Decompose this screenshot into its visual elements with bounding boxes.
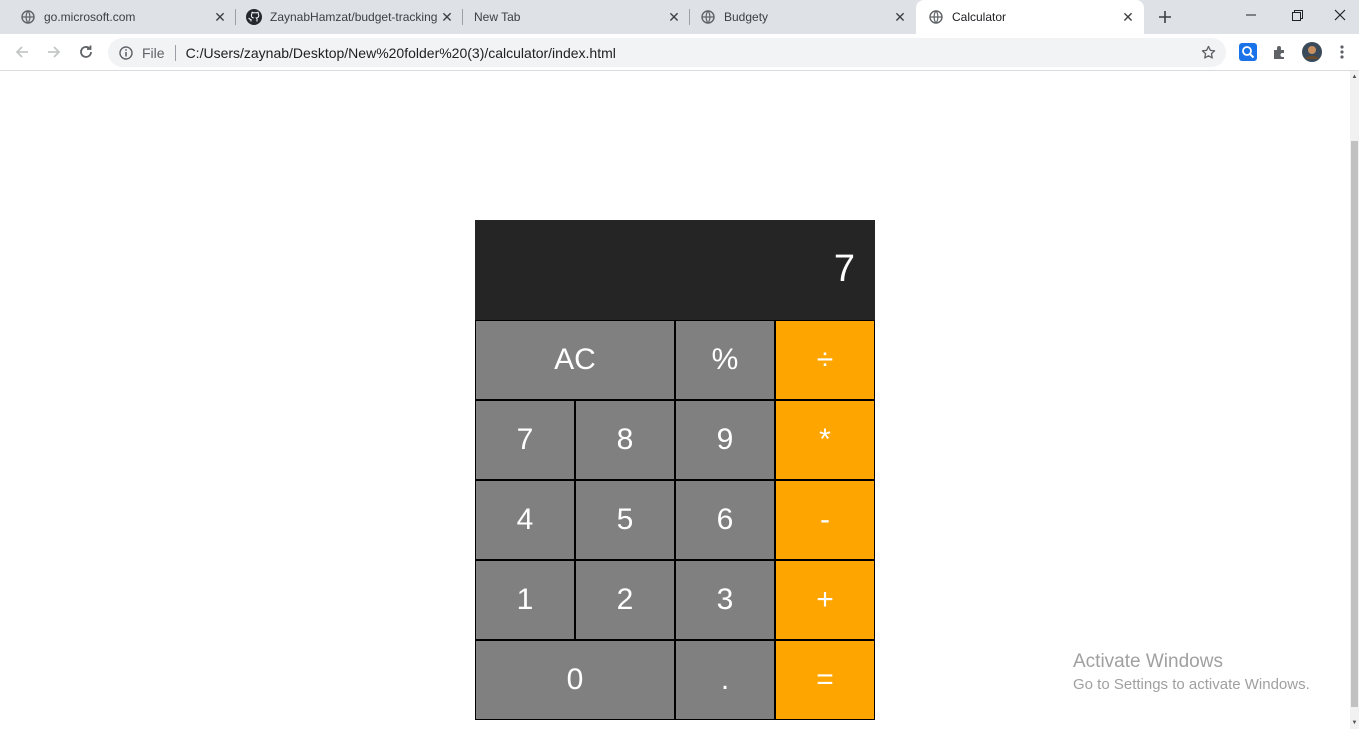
- url-text[interactable]: C:/Users/zaynab/Desktop/New%20folder%20(…: [186, 45, 616, 61]
- close-icon[interactable]: ✕: [212, 9, 228, 25]
- tab-title: go.microsoft.com: [44, 10, 136, 24]
- clear-button[interactable]: AC: [475, 320, 675, 400]
- watermark-title: Activate Windows: [1073, 651, 1223, 672]
- digit-9-button[interactable]: 9: [675, 400, 775, 480]
- digit-3-button[interactable]: 3: [675, 560, 775, 640]
- scroll-up-arrow-icon[interactable]: ▲: [1351, 73, 1358, 81]
- window-close-button[interactable]: [1320, 0, 1359, 30]
- reload-button[interactable]: [74, 40, 98, 64]
- restore-icon: [1291, 9, 1303, 21]
- digit-6-button[interactable]: 6: [675, 480, 775, 560]
- back-button[interactable]: [10, 40, 34, 64]
- digit-0-button[interactable]: 0: [475, 640, 675, 720]
- search-extension-icon[interactable]: [1238, 42, 1258, 62]
- globe-icon: [20, 9, 36, 25]
- equals-button[interactable]: =: [775, 640, 875, 720]
- subtract-button[interactable]: -: [775, 480, 875, 560]
- address-bar[interactable]: File C:/Users/zaynab/Desktop/New%20folde…: [108, 38, 1226, 67]
- digit-8-button[interactable]: 8: [575, 400, 675, 480]
- reload-icon: [80, 45, 92, 58]
- scrollbar-thumb[interactable]: [1351, 141, 1358, 707]
- windows-activation-watermark: Activate Windows Go to Settings to activ…: [1073, 651, 1310, 693]
- globe-icon: [928, 9, 944, 25]
- tab-title: ZaynabHamzat/budget-tracking: [270, 10, 438, 24]
- profile-avatar[interactable]: [1302, 42, 1322, 62]
- add-button[interactable]: +: [775, 560, 875, 640]
- digit-2-button[interactable]: 2: [575, 560, 675, 640]
- calculator-display: 7: [475, 220, 875, 320]
- kebab-menu-icon: [1340, 45, 1344, 59]
- digit-4-button[interactable]: 4: [475, 480, 575, 560]
- tab-title: New Tab: [474, 10, 521, 24]
- browser-toolbar: File C:/Users/zaynab/Desktop/New%20folde…: [0, 34, 1359, 71]
- calculator: 7 AC % ÷ 7 8 9 * 4 5 6 - 1 2 3 + 0 . =: [475, 220, 875, 720]
- scheme-label: File: [142, 44, 165, 61]
- percent-button[interactable]: %: [675, 320, 775, 400]
- multiply-button[interactable]: *: [775, 400, 875, 480]
- tab-calculator[interactable]: Calculator ✕: [916, 0, 1144, 34]
- bookmark-star-icon[interactable]: [1200, 44, 1216, 60]
- new-tab-button[interactable]: [1153, 5, 1177, 29]
- minimize-icon: [1246, 14, 1256, 16]
- digit-5-button[interactable]: 5: [575, 480, 675, 560]
- decimal-button[interactable]: .: [675, 640, 775, 720]
- tab-github-budget[interactable]: ZaynabHamzat/budget-tracking ✕: [236, 0, 463, 34]
- close-icon: [1334, 9, 1345, 21]
- back-arrow-icon: [15, 46, 28, 58]
- extensions-puzzle-icon[interactable]: [1270, 42, 1290, 62]
- close-icon[interactable]: ✕: [1120, 9, 1136, 25]
- divide-button[interactable]: ÷: [775, 320, 875, 400]
- github-icon: [246, 9, 262, 25]
- tab-budgety[interactable]: Budgety ✕: [690, 0, 916, 34]
- browser-menu-button[interactable]: [1334, 42, 1350, 62]
- tab-title: Budgety: [724, 10, 769, 24]
- tab-new-tab[interactable]: New Tab ✕: [463, 0, 690, 34]
- forward-button[interactable]: [42, 40, 66, 64]
- minimize-button[interactable]: [1228, 0, 1274, 30]
- digit-7-button[interactable]: 7: [475, 400, 575, 480]
- globe-icon: [700, 9, 716, 25]
- close-icon[interactable]: ✕: [439, 9, 455, 25]
- tab-strip: go.microsoft.com ✕ ZaynabHamzat/budget-t…: [0, 0, 1359, 34]
- forward-arrow-icon: [48, 46, 61, 58]
- scroll-down-arrow-icon[interactable]: ▼: [1351, 719, 1358, 727]
- tab-go-microsoft[interactable]: go.microsoft.com ✕: [0, 0, 236, 34]
- tab-title: Calculator: [952, 10, 1007, 24]
- close-icon[interactable]: ✕: [892, 9, 908, 25]
- digit-1-button[interactable]: 1: [475, 560, 575, 640]
- info-icon[interactable]: [118, 45, 134, 61]
- close-icon[interactable]: ✕: [666, 9, 682, 25]
- page-viewport: 7 AC % ÷ 7 8 9 * 4 5 6 - 1 2 3 + 0 . =: [0, 71, 1350, 729]
- plus-icon: [1159, 11, 1171, 23]
- restore-button[interactable]: [1274, 0, 1320, 30]
- vertical-scrollbar[interactable]: ▲ ▼: [1350, 71, 1359, 729]
- address-divider: [174, 44, 176, 61]
- watermark-subtitle: Go to Settings to activate Windows.: [1073, 676, 1310, 693]
